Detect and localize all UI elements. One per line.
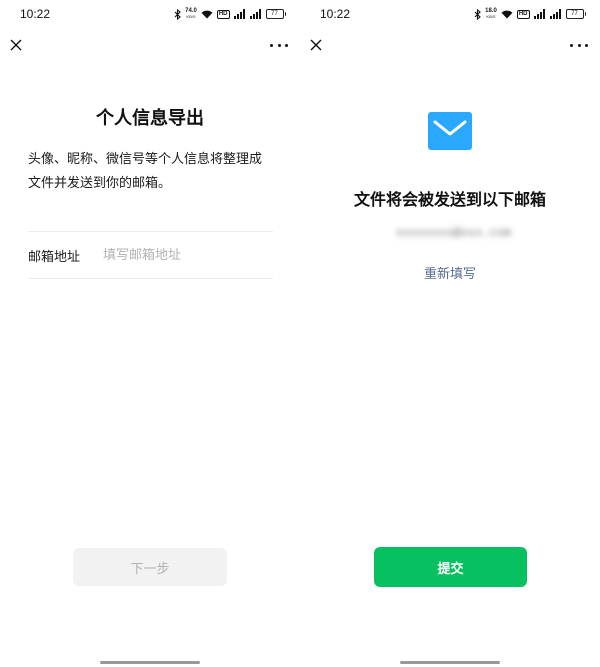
battery-icon: 77 <box>565 9 586 19</box>
screen-personal-info-export: 10:22 74.0 KB/S HD 77 个人信息导出 头像、昵称、微信号等个… <box>0 0 300 667</box>
status-icons: 18.0 KB/S HD 77 <box>474 7 586 21</box>
refill-link[interactable]: 重新填写 <box>300 263 600 282</box>
email-row: 邮箱地址 <box>28 231 273 279</box>
status-time: 10:22 <box>20 7 51 21</box>
status-icons: 74.0 KB/S HD 77 <box>174 7 286 21</box>
confirm-title: 文件将会被发送到以下邮箱 <box>353 190 546 209</box>
battery-level: 77 <box>565 9 584 19</box>
close-icon[interactable] <box>8 37 24 53</box>
signal-icon <box>233 9 246 19</box>
screen-confirm-email: 10:22 18.0 KB/S HD 77 文件将会被发送到以下邮箱 xxxxx… <box>300 0 600 667</box>
email-address-blurred: xxxxxxxx@xxx.com <box>375 226 532 244</box>
email-field[interactable] <box>103 247 273 263</box>
battery-level: 77 <box>265 9 284 19</box>
home-indicator[interactable] <box>100 661 200 664</box>
wifi-icon <box>201 10 213 19</box>
email-address: xxxxxxxx@xxx.com <box>395 226 512 240</box>
more-icon[interactable] <box>570 38 588 52</box>
status-bar: 10:22 74.0 KB/S HD 77 <box>0 0 300 28</box>
network-speed: 18.0 KB/S <box>485 8 497 19</box>
signal-icon <box>249 9 262 19</box>
close-icon[interactable] <box>308 37 324 53</box>
page-description: 头像、昵称、微信号等个人信息将整理成文件并发送到你的邮箱。 <box>28 152 263 191</box>
status-time: 10:22 <box>320 7 351 21</box>
network-speed: 74.0 KB/S <box>185 8 197 19</box>
wifi-icon <box>501 10 513 19</box>
email-label: 邮箱地址 <box>28 249 81 265</box>
mail-icon <box>428 112 472 150</box>
bluetooth-icon <box>474 8 481 20</box>
next-button[interactable]: 下一步 <box>73 548 227 586</box>
page-title: 个人信息导出 <box>96 108 204 129</box>
signal-icon <box>549 9 562 19</box>
hd-badge: HD <box>516 9 530 19</box>
signal-icon <box>533 9 546 19</box>
battery-icon: 77 <box>265 9 286 19</box>
hd-badge: HD <box>216 9 230 19</box>
more-icon[interactable] <box>270 38 288 52</box>
submit-button[interactable]: 提交 <box>374 547 527 587</box>
status-bar: 10:22 18.0 KB/S HD 77 <box>300 0 600 28</box>
bluetooth-icon <box>174 8 181 20</box>
home-indicator[interactable] <box>400 661 500 664</box>
